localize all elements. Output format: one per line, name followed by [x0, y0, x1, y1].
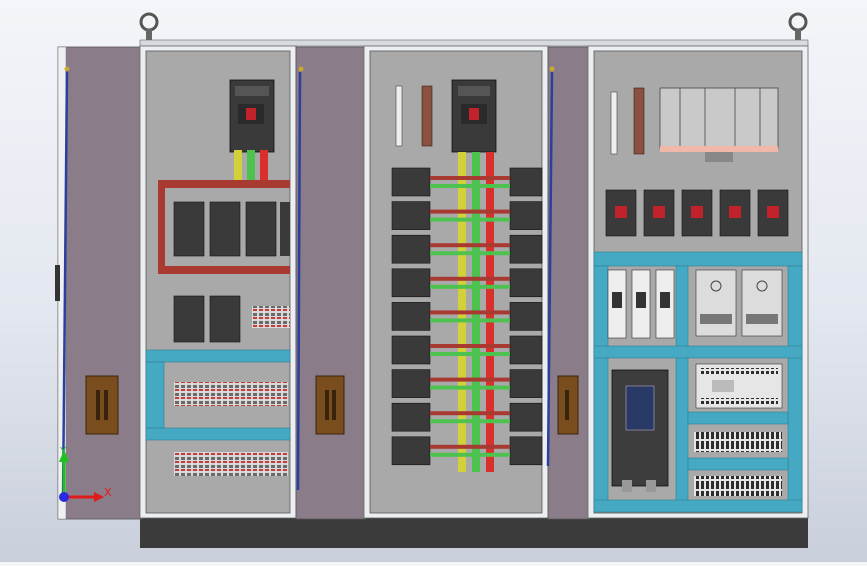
cable-duct — [687, 457, 789, 471]
terminal-strip — [694, 476, 782, 496]
cable-duct — [787, 265, 803, 507]
cabinet-base-plinth — [140, 518, 808, 548]
feeder-breaker — [391, 402, 431, 432]
busbar-support — [659, 87, 779, 162]
feeder-breaker — [509, 369, 543, 398]
feeder-busbar — [430, 176, 510, 180]
feeder-busbar — [430, 184, 510, 188]
breaker-toggle — [615, 206, 627, 218]
feeder-busbar — [430, 284, 510, 289]
feeder-breaker — [509, 167, 543, 197]
feeder-breaker — [509, 402, 543, 432]
feeder-busbar — [430, 452, 510, 457]
cad-viewport[interactable]: X Y — [0, 0, 867, 562]
feeder-busbar — [430, 444, 510, 449]
plc-controller[interactable] — [695, 363, 783, 409]
cabinet-section-1 — [139, 45, 297, 519]
feeder-busbar — [430, 209, 510, 214]
feeder-busbar — [430, 243, 510, 248]
contactor-row[interactable] — [607, 269, 675, 339]
main-circuit-breaker[interactable] — [229, 79, 275, 153]
feeder-breaker — [391, 369, 431, 398]
x-axis-label: X — [104, 486, 112, 499]
feeder-busbar — [430, 352, 510, 356]
busbar — [158, 180, 290, 188]
feeder-breaker — [509, 302, 543, 331]
cable-duct — [593, 251, 803, 267]
cable-duct — [145, 349, 291, 363]
feeder-busbar — [430, 377, 510, 382]
breaker-toggle — [767, 206, 779, 218]
terminal-strip — [174, 382, 288, 406]
cable-duct — [593, 265, 609, 507]
feeder-busbar — [430, 318, 510, 323]
feeder-breaker — [509, 201, 543, 230]
left-open-door[interactable] — [55, 46, 143, 520]
cable-duct — [687, 411, 789, 425]
feeder-busbar — [430, 276, 510, 281]
lifting-eye-icon — [788, 12, 808, 41]
terminal-strip — [694, 432, 782, 452]
door-handle-icon[interactable] — [85, 375, 119, 435]
electrical-cabinet-drawing: X Y — [55, 12, 809, 548]
feeder-breaker — [509, 234, 543, 264]
cable-duct — [145, 361, 165, 429]
feeder-busbar — [430, 419, 510, 424]
feeder-busbar — [430, 217, 510, 222]
feeder-breaker — [391, 268, 431, 298]
cable-duct — [593, 499, 803, 513]
feeder-breaker — [391, 302, 431, 331]
breaker-toggle — [691, 206, 703, 218]
feeder-breaker — [391, 167, 431, 197]
cabinet-section-3 — [587, 45, 809, 519]
feeder-busbar — [430, 411, 510, 416]
cabinet-section-2 — [363, 45, 549, 519]
main-circuit-breaker[interactable] — [451, 79, 497, 153]
variable-frequency-drive[interactable] — [611, 369, 669, 492]
feeder-breaker — [391, 335, 431, 365]
breaker-row[interactable] — [173, 201, 290, 257]
terminal-strip — [174, 452, 288, 476]
feeder-busbar — [430, 385, 510, 390]
middle-open-door[interactable] — [295, 46, 367, 520]
feeder-busbar — [430, 251, 510, 256]
feeder-busbar — [430, 310, 510, 315]
feeder-busbar — [430, 344, 510, 348]
right-open-door[interactable] — [546, 46, 591, 520]
feeder-breaker — [391, 234, 431, 264]
breaker-toggle — [729, 206, 741, 218]
door-handle-icon[interactable] — [557, 375, 579, 435]
breaker-row[interactable] — [605, 189, 789, 237]
y-axis-label: Y — [59, 446, 67, 457]
terminal-strip — [252, 306, 290, 328]
cable-duct — [675, 265, 689, 507]
feeder-breaker — [391, 436, 431, 466]
feeder-breaker — [509, 335, 543, 365]
breaker-toggle — [653, 206, 665, 218]
door-handle-icon[interactable] — [315, 375, 345, 435]
feeder-breaker — [509, 436, 543, 466]
feeder-breaker — [509, 268, 543, 298]
lifting-eye-icon — [139, 12, 159, 41]
busbar — [158, 266, 290, 274]
feeder-breaker — [391, 201, 431, 230]
cable-duct — [145, 427, 291, 441]
cable-duct — [593, 345, 803, 359]
